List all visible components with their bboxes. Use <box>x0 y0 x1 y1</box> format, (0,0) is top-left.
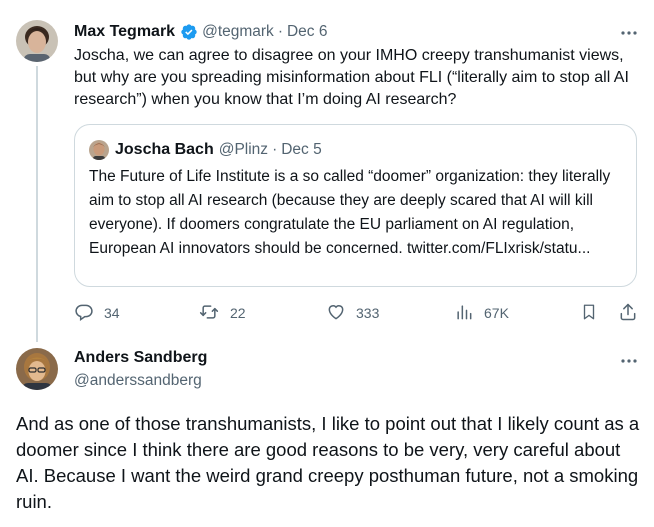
reply-icon <box>74 302 104 325</box>
quoted-tweet[interactable]: Joscha Bach @Plinz · Dec 5 The Future of… <box>74 124 637 287</box>
quoted-tweet-date: Dec 5 <box>281 141 322 158</box>
tweet-date[interactable]: Dec 6 <box>287 23 328 41</box>
views-icon <box>454 302 484 325</box>
like-button[interactable]: 333 <box>326 300 379 326</box>
bookmark-icon <box>580 302 608 325</box>
tweet1-action-bar: 34 22 333 67K <box>74 300 644 326</box>
author-handle[interactable]: @anderssandberg <box>74 372 202 390</box>
reply-count: 34 <box>104 305 120 321</box>
author-name[interactable]: Max Tegmark <box>74 23 175 41</box>
bookmark-button[interactable] <box>580 300 608 326</box>
more-icon[interactable] <box>615 352 643 370</box>
share-icon <box>618 302 648 325</box>
retweet-count: 22 <box>230 305 246 321</box>
quoted-author-handle: @Plinz <box>218 141 269 158</box>
tweet1-header: Max Tegmark @tegmark · Dec 6 <box>74 21 327 43</box>
avatar-max-tegmark[interactable] <box>16 20 58 62</box>
avatar-joscha-bach <box>89 140 109 160</box>
retweet-button[interactable]: 22 <box>198 300 246 326</box>
quoted-tweet-header: Joscha Bach @Plinz · Dec 5 <box>89 139 322 161</box>
tweet1-text: Joscha, we can agree to disagree on your… <box>74 47 629 108</box>
tweet2-text: And as one of those transhumanists, I li… <box>16 413 640 512</box>
separator-dot: · <box>277 23 283 40</box>
author-name[interactable]: Anders Sandberg <box>74 349 207 367</box>
thread-line <box>36 66 38 342</box>
like-count: 333 <box>356 305 380 321</box>
reply-button[interactable]: 34 <box>74 300 120 326</box>
retweet-icon <box>198 302 230 325</box>
quoted-author-name: Joscha Bach <box>115 141 214 158</box>
more-icon[interactable] <box>615 24 643 42</box>
separator-dot: · <box>272 141 278 158</box>
like-icon <box>326 302 356 325</box>
verified-badge-icon <box>180 23 198 41</box>
quoted-tweet-text: The Future of Life Institute is a so cal… <box>89 168 611 257</box>
views-button[interactable]: 67K <box>454 300 509 326</box>
share-button[interactable] <box>618 300 648 326</box>
views-count: 67K <box>484 305 509 321</box>
avatar-anders-sandberg[interactable] <box>16 348 58 390</box>
author-handle[interactable]: @tegmark <box>202 23 274 41</box>
